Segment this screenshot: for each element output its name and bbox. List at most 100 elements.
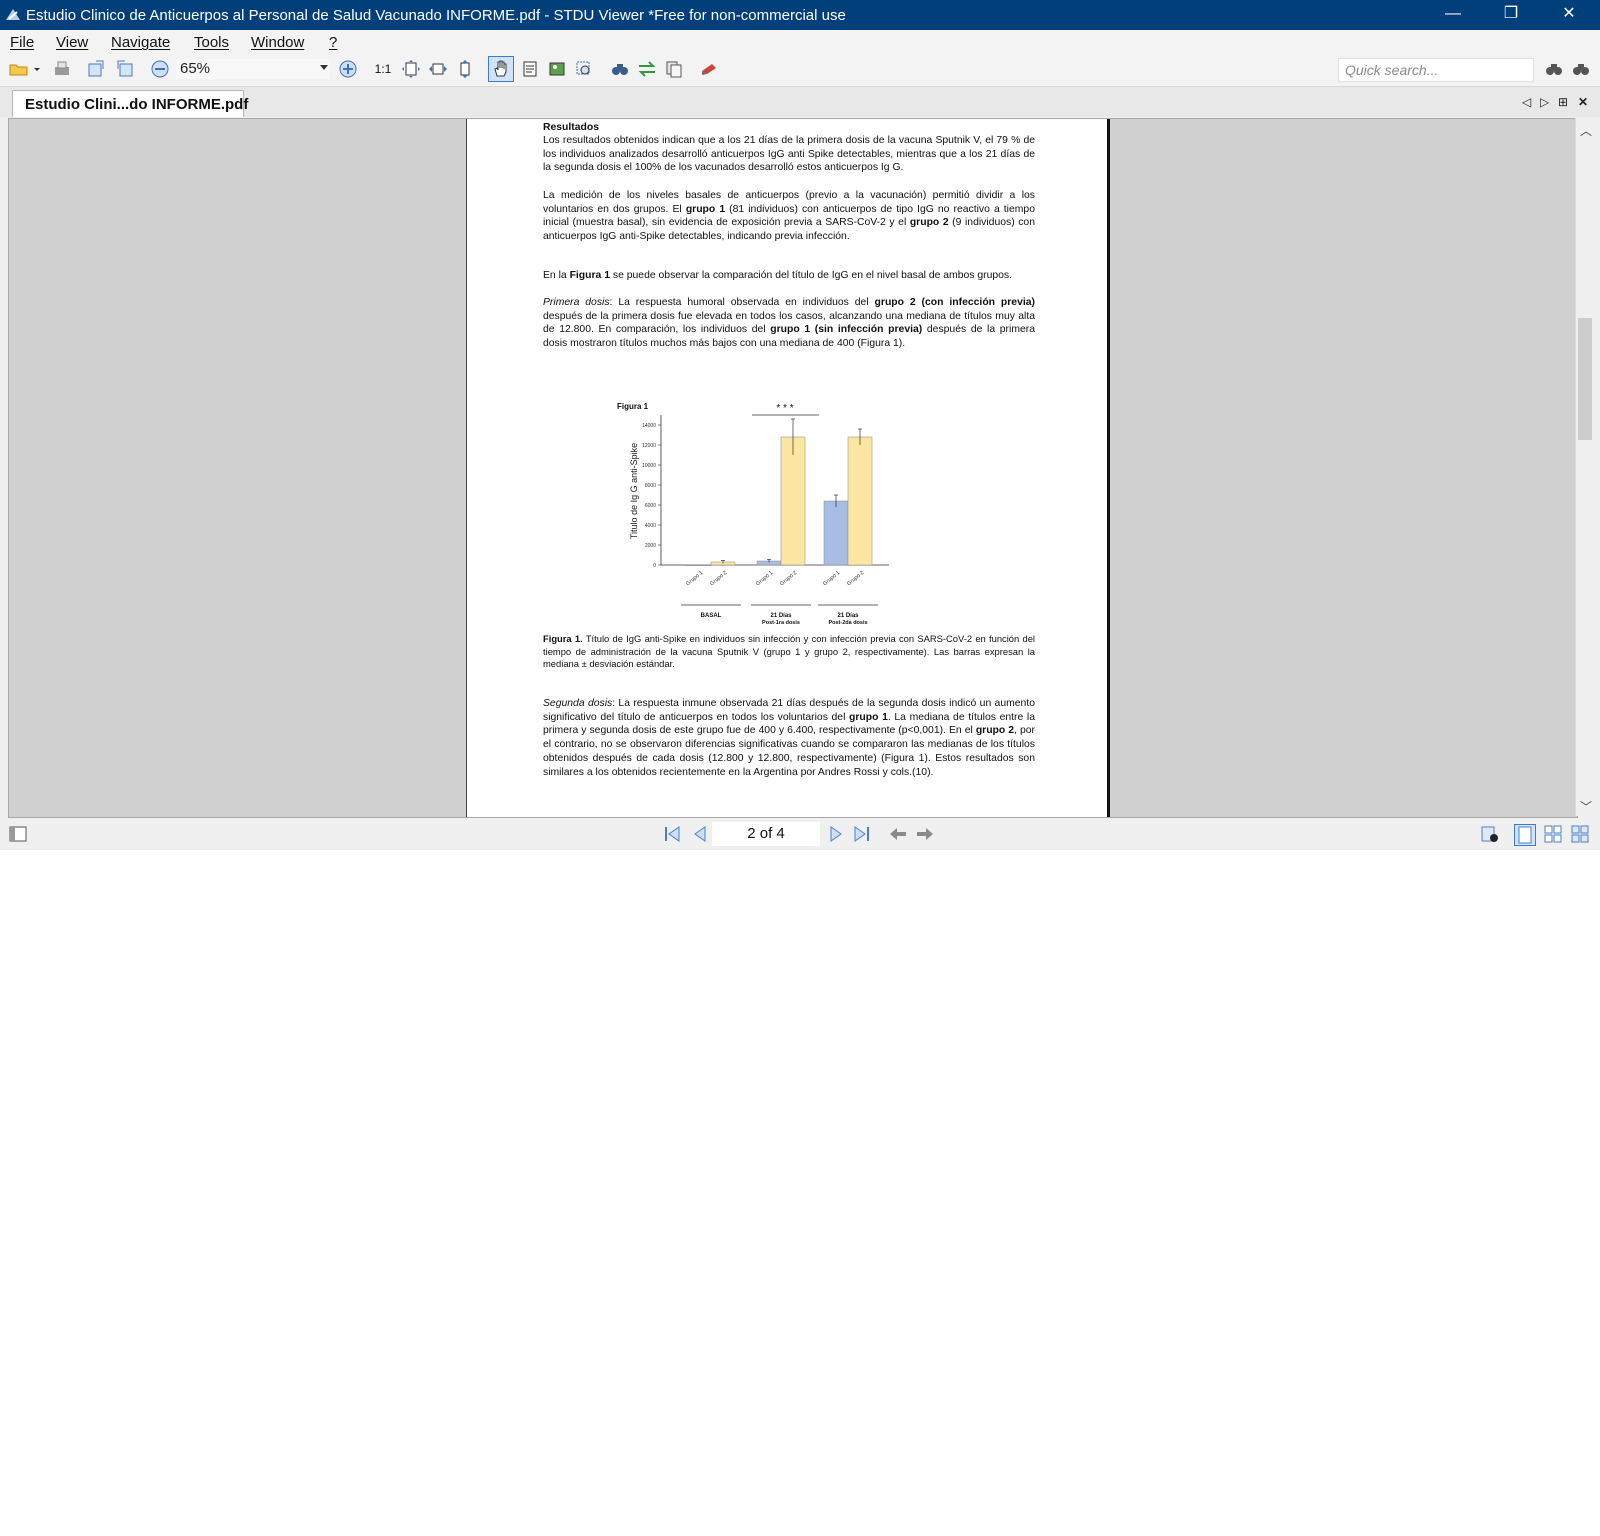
figure-caption: Figura 1. Título de IgG anti-Spike en in… bbox=[543, 633, 1035, 669]
open-dropdown-icon[interactable] bbox=[32, 58, 42, 80]
title-bar: Estudio Clinico de Anticuerpos al Person… bbox=[0, 0, 1600, 30]
zoom-value: 65% bbox=[180, 60, 211, 77]
quick-search-placeholder: Quick search... bbox=[1345, 62, 1439, 78]
next-page-icon[interactable] bbox=[826, 824, 846, 844]
scrollbar-thumb[interactable] bbox=[1578, 318, 1592, 440]
group-label: BASAL bbox=[701, 613, 722, 619]
tab-list-icon[interactable]: ⊞ bbox=[1558, 95, 1568, 109]
y-tick-label: 14000 bbox=[642, 423, 656, 429]
menu-view[interactable]: View bbox=[56, 34, 88, 51]
fit-height-icon[interactable] bbox=[454, 58, 476, 80]
hand-tool-icon[interactable] bbox=[488, 56, 514, 82]
scroll-down-icon[interactable]: ﹀ bbox=[1580, 798, 1592, 815]
bar bbox=[686, 564, 712, 566]
paragraph-1: Los resultados obtenidos indican que a l… bbox=[543, 135, 1035, 174]
tab-document[interactable]: Estudio Clini...do INFORME.pdf bbox=[12, 90, 248, 117]
paragraph-3: En la Figura 1 se puede observar la comp… bbox=[543, 270, 1013, 281]
search-next-icon[interactable] bbox=[1570, 58, 1592, 80]
minimize-button[interactable]: — bbox=[1424, 0, 1482, 30]
significance-label: * * * bbox=[776, 403, 793, 414]
menu-file[interactable]: File bbox=[10, 34, 34, 51]
tab-scroll-left-icon[interactable]: ◁ bbox=[1522, 95, 1531, 109]
app-icon bbox=[4, 6, 22, 24]
status-bar: 2 of 4 bbox=[0, 818, 1600, 850]
tab-close-icon[interactable]: ✕ bbox=[1578, 95, 1588, 109]
y-tick-label: 10000 bbox=[642, 463, 656, 469]
vertical-scrollbar[interactable]: ︿ ﹀ bbox=[1575, 118, 1594, 816]
previous-page-icon[interactable] bbox=[690, 824, 710, 844]
select-text-icon[interactable] bbox=[519, 58, 541, 80]
settings-gear-icon[interactable] bbox=[1480, 824, 1500, 844]
page-number-field[interactable]: 2 of 4 bbox=[712, 822, 820, 846]
bar-label: Grupo 1 bbox=[822, 570, 841, 587]
forward-icon[interactable] bbox=[915, 824, 935, 844]
pdf-page: Resultados Los resultados obtenidos indi… bbox=[466, 119, 1110, 817]
y-tick-label: 6000 bbox=[645, 503, 656, 509]
prev-document-icon[interactable] bbox=[85, 58, 107, 80]
toolbar: 65% 1:1 Quick search... bbox=[0, 54, 1600, 87]
app-window: Estudio Clinico de Anticuerpos al Person… bbox=[0, 0, 1600, 850]
group-label: 21 Días bbox=[770, 613, 792, 619]
single-page-view-icon[interactable] bbox=[1514, 824, 1536, 846]
bar bbox=[847, 436, 873, 566]
last-page-icon[interactable] bbox=[852, 824, 872, 844]
chart-title: Figura 1 bbox=[617, 402, 649, 411]
tab-scroll-right-icon[interactable]: ▷ bbox=[1540, 95, 1549, 109]
group-sublabel: Post-1ra dosis bbox=[762, 620, 800, 626]
bar-label: Grupo 2 bbox=[709, 570, 728, 587]
chart-svg: Figura 1 Titulo de Ig G anti-Spike 0 2000 40… bbox=[617, 402, 889, 626]
copy-icon[interactable] bbox=[663, 58, 685, 80]
sync-icon[interactable] bbox=[636, 58, 658, 80]
fit-width-icon[interactable] bbox=[427, 58, 449, 80]
y-tick-label: 4000 bbox=[645, 523, 656, 529]
search-prev-icon[interactable] bbox=[1543, 58, 1565, 80]
window-title: Estudio Clinico de Anticuerpos al Person… bbox=[26, 7, 846, 24]
select-image-icon[interactable] bbox=[546, 58, 568, 80]
bar bbox=[780, 436, 806, 566]
open-folder-icon[interactable] bbox=[8, 58, 30, 80]
bar-label: Grupo 2 bbox=[846, 570, 865, 587]
chevron-down-icon bbox=[320, 65, 328, 70]
next-document-icon[interactable] bbox=[114, 58, 136, 80]
document-viewer[interactable]: Resultados Los resultados obtenidos indi… bbox=[8, 118, 1578, 818]
fit-page-icon[interactable] bbox=[400, 58, 422, 80]
y-tick-label: 0 bbox=[653, 563, 656, 569]
menu-window[interactable]: Window bbox=[251, 34, 304, 51]
section-heading: Resultados bbox=[543, 122, 600, 133]
group-label: 21 Días bbox=[837, 613, 859, 619]
actual-size-button[interactable]: 1:1 bbox=[372, 58, 394, 80]
close-button[interactable]: ✕ bbox=[1540, 0, 1598, 30]
group-sublabel: Post-2da dosis bbox=[828, 620, 867, 626]
menu-bar: File View Navigate Tools Window ? bbox=[0, 30, 1600, 54]
y-axis-label: Titulo de Ig G anti-Spike bbox=[629, 443, 639, 539]
bar-label: Grupo 1 bbox=[755, 570, 774, 587]
y-tick-label: 2000 bbox=[645, 543, 656, 549]
first-page-icon[interactable] bbox=[662, 824, 682, 844]
menu-navigate[interactable]: Navigate bbox=[111, 34, 170, 51]
continuous-view-icon[interactable] bbox=[1570, 824, 1590, 844]
restore-button[interactable]: ❐ bbox=[1482, 0, 1540, 30]
menu-tools[interactable]: Tools bbox=[194, 34, 229, 51]
menu-help[interactable]: ? bbox=[329, 34, 337, 51]
toggle-sidebar-icon[interactable] bbox=[8, 824, 28, 844]
zoom-out-icon[interactable] bbox=[149, 58, 171, 80]
y-tick-label: 8000 bbox=[645, 483, 656, 489]
y-tick-label: 12000 bbox=[642, 443, 656, 449]
bar-label: Grupo 2 bbox=[779, 570, 798, 587]
scroll-up-icon[interactable]: ︿ bbox=[1580, 122, 1592, 139]
back-icon[interactable] bbox=[888, 824, 908, 844]
print-icon[interactable] bbox=[51, 58, 73, 80]
zoom-select[interactable]: 65% bbox=[176, 59, 330, 79]
paragraph-5: Segunda dosis: La respuesta inmune obser… bbox=[543, 698, 1035, 778]
quick-search-input[interactable]: Quick search... bbox=[1338, 58, 1534, 82]
highlight-icon[interactable] bbox=[698, 58, 720, 80]
bar bbox=[823, 500, 849, 566]
zoom-area-icon[interactable] bbox=[573, 58, 595, 80]
tab-document-label: Estudio Clini...do INFORME.pdf bbox=[25, 96, 249, 113]
zoom-in-icon[interactable] bbox=[337, 58, 359, 80]
find-icon[interactable] bbox=[609, 58, 631, 80]
two-page-view-icon[interactable] bbox=[1543, 824, 1563, 844]
paragraph-4: Primera dosis: La respuesta humoral obse… bbox=[543, 297, 1035, 350]
figure-1-chart: Figura 1 Titulo de Ig G anti-Spike 0 2000 40… bbox=[617, 399, 917, 629]
paragraph-2: La medición de los niveles basales de an… bbox=[543, 190, 1035, 243]
